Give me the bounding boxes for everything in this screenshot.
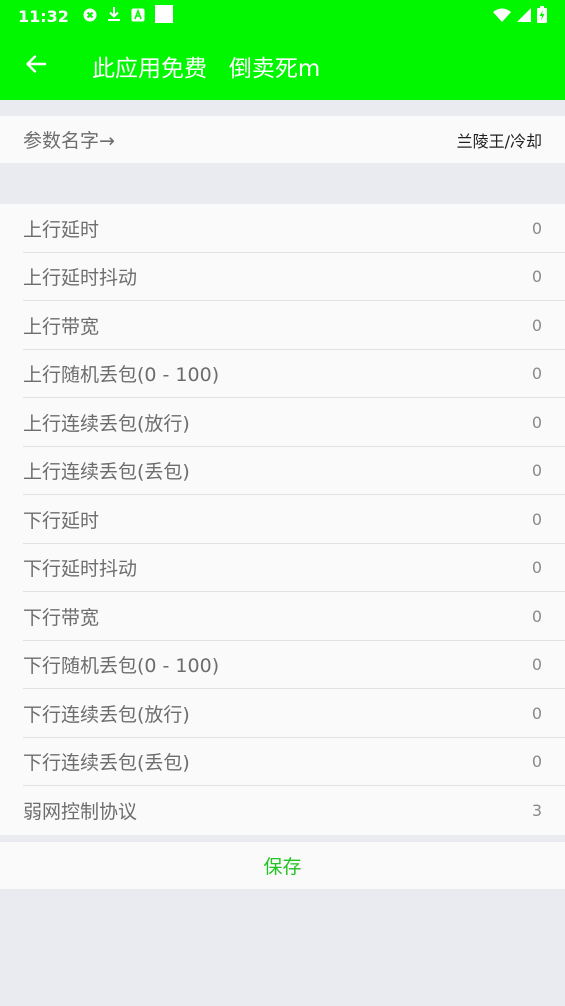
param-row-downlink-jitter[interactable]: 下行延时抖动 0 xyxy=(0,544,565,593)
a-badge-icon xyxy=(131,7,145,26)
param-value: 0 xyxy=(531,752,542,772)
settings-notification-icon xyxy=(83,7,97,26)
param-row-downlink-bandwidth[interactable]: 下行带宽 0 xyxy=(0,592,565,641)
param-label: 上行连续丢包(放行) xyxy=(23,412,190,435)
param-label: 下行随机丢包(0 - 100) xyxy=(23,655,220,678)
params-card: 上行延时 0 上行延时抖动 0 上行带宽 0 上行随机丢包(0 - 100) 0… xyxy=(0,204,565,835)
param-row-weak-network-protocol[interactable]: 弱网控制协议 3 xyxy=(0,786,565,835)
param-value: 0 xyxy=(531,267,542,287)
param-value: 0 xyxy=(531,703,542,723)
param-value: 0 xyxy=(531,655,542,675)
param-value: 0 xyxy=(531,364,542,384)
save-button[interactable]: 保存 xyxy=(0,842,565,889)
param-value: 0 xyxy=(531,558,542,578)
profile-value: 兰陵王/冷却 xyxy=(456,131,542,151)
param-value: 0 xyxy=(531,461,542,481)
param-row-uplink-delay[interactable]: 上行延时 0 xyxy=(0,204,565,253)
param-row-downlink-random-loss[interactable]: 下行随机丢包(0 - 100) 0 xyxy=(0,641,565,690)
status-bar: 11:32 xyxy=(0,0,565,32)
download-icon xyxy=(107,6,121,26)
param-label: 上行延时抖动 xyxy=(23,267,138,290)
param-label: 下行带宽 xyxy=(23,606,100,629)
param-row-uplink-random-loss[interactable]: 上行随机丢包(0 - 100) 0 xyxy=(0,350,565,399)
page-title: 此应用免费 倒卖死m xyxy=(92,56,321,82)
status-icons-right xyxy=(493,5,547,27)
profile-label: 参数名字→ xyxy=(23,130,115,152)
param-label: 下行连续丢包(放行) xyxy=(23,703,190,726)
back-button[interactable] xyxy=(2,32,70,100)
status-icons-left xyxy=(83,5,173,27)
arrow-left-icon xyxy=(24,52,48,80)
param-row-uplink-bandwidth[interactable]: 上行带宽 0 xyxy=(0,301,565,350)
param-value: 3 xyxy=(531,800,542,820)
param-row-uplink-burst-drop[interactable]: 上行连续丢包(丢包) 0 xyxy=(0,447,565,496)
param-label: 上行延时 xyxy=(23,218,100,241)
param-label: 上行连续丢包(丢包) xyxy=(23,461,190,484)
status-time: 11:32 xyxy=(18,6,69,26)
param-label: 下行延时 xyxy=(23,509,100,532)
param-value: 0 xyxy=(531,218,542,238)
param-value: 0 xyxy=(531,509,542,529)
profile-row[interactable]: 参数名字→ 兰陵王/冷却 xyxy=(0,116,565,163)
save-label: 保存 xyxy=(263,856,302,878)
param-label: 上行随机丢包(0 - 100) xyxy=(23,364,220,387)
profile-card: 参数名字→ 兰陵王/冷却 xyxy=(0,116,565,163)
param-label: 弱网控制协议 xyxy=(23,800,138,823)
param-row-uplink-burst-pass[interactable]: 上行连续丢包(放行) 0 xyxy=(0,398,565,447)
param-label: 下行连续丢包(丢包) xyxy=(23,752,190,775)
param-row-uplink-jitter[interactable]: 上行延时抖动 0 xyxy=(0,253,565,302)
param-value: 0 xyxy=(531,606,542,626)
battery-charging-icon xyxy=(537,5,547,27)
toolbar: 此应用免费 倒卖死m xyxy=(0,32,565,100)
param-value: 0 xyxy=(531,412,542,432)
param-label: 上行带宽 xyxy=(23,315,100,338)
square-icon xyxy=(154,5,173,27)
param-label: 下行延时抖动 xyxy=(23,558,138,581)
param-row-downlink-burst-drop[interactable]: 下行连续丢包(丢包) 0 xyxy=(0,738,565,787)
param-row-downlink-burst-pass[interactable]: 下行连续丢包(放行) 0 xyxy=(0,689,565,738)
param-value: 0 xyxy=(531,315,542,335)
signal-icon xyxy=(517,7,531,26)
param-row-downlink-delay[interactable]: 下行延时 0 xyxy=(0,495,565,544)
wifi-icon xyxy=(493,7,511,26)
